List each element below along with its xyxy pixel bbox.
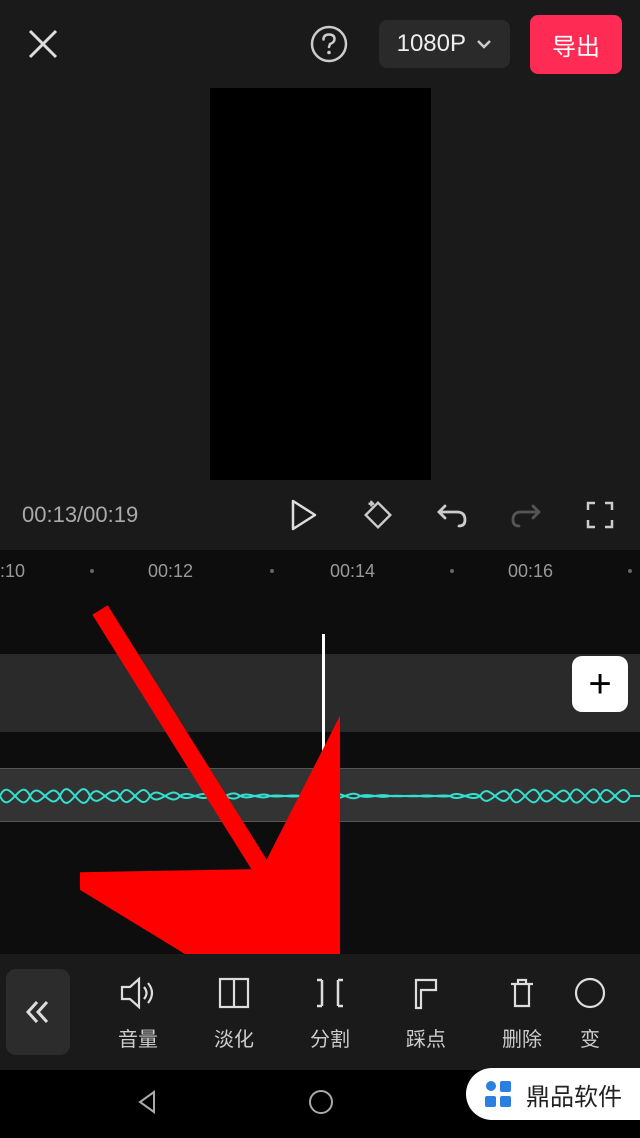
timeline-ruler[interactable]: 0:10 00:12 00:14 00:16 bbox=[0, 550, 640, 592]
speed-icon bbox=[570, 973, 610, 1013]
tool-label: 音量 bbox=[118, 1023, 158, 1052]
help-icon bbox=[309, 24, 349, 64]
resolution-value: 1080P bbox=[397, 30, 466, 58]
watermark-badge: 鼎品软件 bbox=[466, 1068, 640, 1120]
keyframe-button[interactable] bbox=[360, 497, 396, 533]
ruler-tick: 00:12 bbox=[148, 561, 193, 582]
playhead[interactable] bbox=[322, 634, 325, 954]
play-button[interactable] bbox=[286, 497, 322, 533]
timeline[interactable]: 0:10 00:12 00:14 00:16 + bbox=[0, 550, 640, 954]
export-label: 导出 bbox=[552, 34, 600, 61]
timecode-display: 00:13/00:19 bbox=[22, 502, 246, 528]
bottom-toolbar: 音量 淡化 分割 踩点 删除 bbox=[0, 954, 640, 1070]
collapse-button[interactable] bbox=[6, 969, 70, 1055]
tool-fade[interactable]: 淡化 bbox=[186, 973, 282, 1052]
undo-button[interactable] bbox=[434, 497, 470, 533]
tool-label: 变 bbox=[580, 1023, 600, 1052]
chevron-down-icon bbox=[476, 39, 492, 49]
ruler-dot bbox=[90, 569, 94, 573]
watermark-logo-icon bbox=[480, 1076, 516, 1112]
tool-speed[interactable]: 变 bbox=[570, 973, 610, 1052]
help-button[interactable] bbox=[307, 22, 351, 66]
tool-label: 删除 bbox=[502, 1023, 542, 1052]
delete-icon bbox=[502, 973, 542, 1013]
play-icon bbox=[290, 499, 318, 531]
audio-track[interactable] bbox=[0, 768, 640, 822]
plus-icon: + bbox=[588, 664, 611, 704]
tool-beat[interactable]: 踩点 bbox=[378, 973, 474, 1052]
tool-split[interactable]: 分割 bbox=[282, 973, 378, 1052]
waveform-icon bbox=[0, 769, 640, 823]
beat-icon bbox=[406, 973, 446, 1013]
ruler-tick: 00:16 bbox=[508, 561, 553, 582]
tool-label: 踩点 bbox=[406, 1023, 446, 1052]
nav-home-button[interactable] bbox=[307, 1088, 335, 1121]
ruler-dot bbox=[450, 569, 454, 573]
resolution-selector[interactable]: 1080P bbox=[379, 20, 510, 68]
tool-delete[interactable]: 删除 bbox=[474, 973, 570, 1052]
preview-frame[interactable] bbox=[210, 88, 431, 480]
tool-label: 分割 bbox=[310, 1023, 350, 1052]
fullscreen-button[interactable] bbox=[582, 497, 618, 533]
keyframe-icon bbox=[360, 496, 396, 534]
redo-button[interactable] bbox=[508, 497, 544, 533]
watermark-text: 鼎品软件 bbox=[526, 1077, 622, 1112]
triangle-back-icon bbox=[134, 1089, 160, 1115]
split-icon bbox=[310, 973, 350, 1013]
fade-icon bbox=[214, 973, 254, 1013]
fullscreen-icon bbox=[585, 500, 615, 530]
close-button[interactable] bbox=[18, 19, 68, 69]
ruler-tick: 00:14 bbox=[330, 561, 375, 582]
volume-icon bbox=[118, 973, 158, 1013]
video-track[interactable] bbox=[0, 654, 640, 732]
tool-volume[interactable]: 音量 bbox=[90, 973, 186, 1052]
ruler-dot bbox=[270, 569, 274, 573]
ruler-tick: 0:10 bbox=[0, 561, 25, 582]
transport-bar: 00:13/00:19 bbox=[0, 480, 640, 550]
add-clip-button[interactable]: + bbox=[572, 656, 628, 712]
nav-back-button[interactable] bbox=[134, 1089, 160, 1120]
close-icon bbox=[26, 27, 60, 61]
tool-label: 淡化 bbox=[214, 1023, 254, 1052]
chevron-left-double-icon bbox=[23, 997, 53, 1027]
preview-area bbox=[0, 88, 640, 480]
timeline-tracks[interactable]: + bbox=[0, 592, 640, 954]
header-bar: 1080P 导出 bbox=[0, 0, 640, 88]
export-button[interactable]: 导出 bbox=[530, 15, 622, 74]
redo-icon bbox=[509, 500, 543, 530]
ruler-dot bbox=[628, 569, 632, 573]
circle-home-icon bbox=[307, 1088, 335, 1116]
undo-icon bbox=[435, 500, 469, 530]
